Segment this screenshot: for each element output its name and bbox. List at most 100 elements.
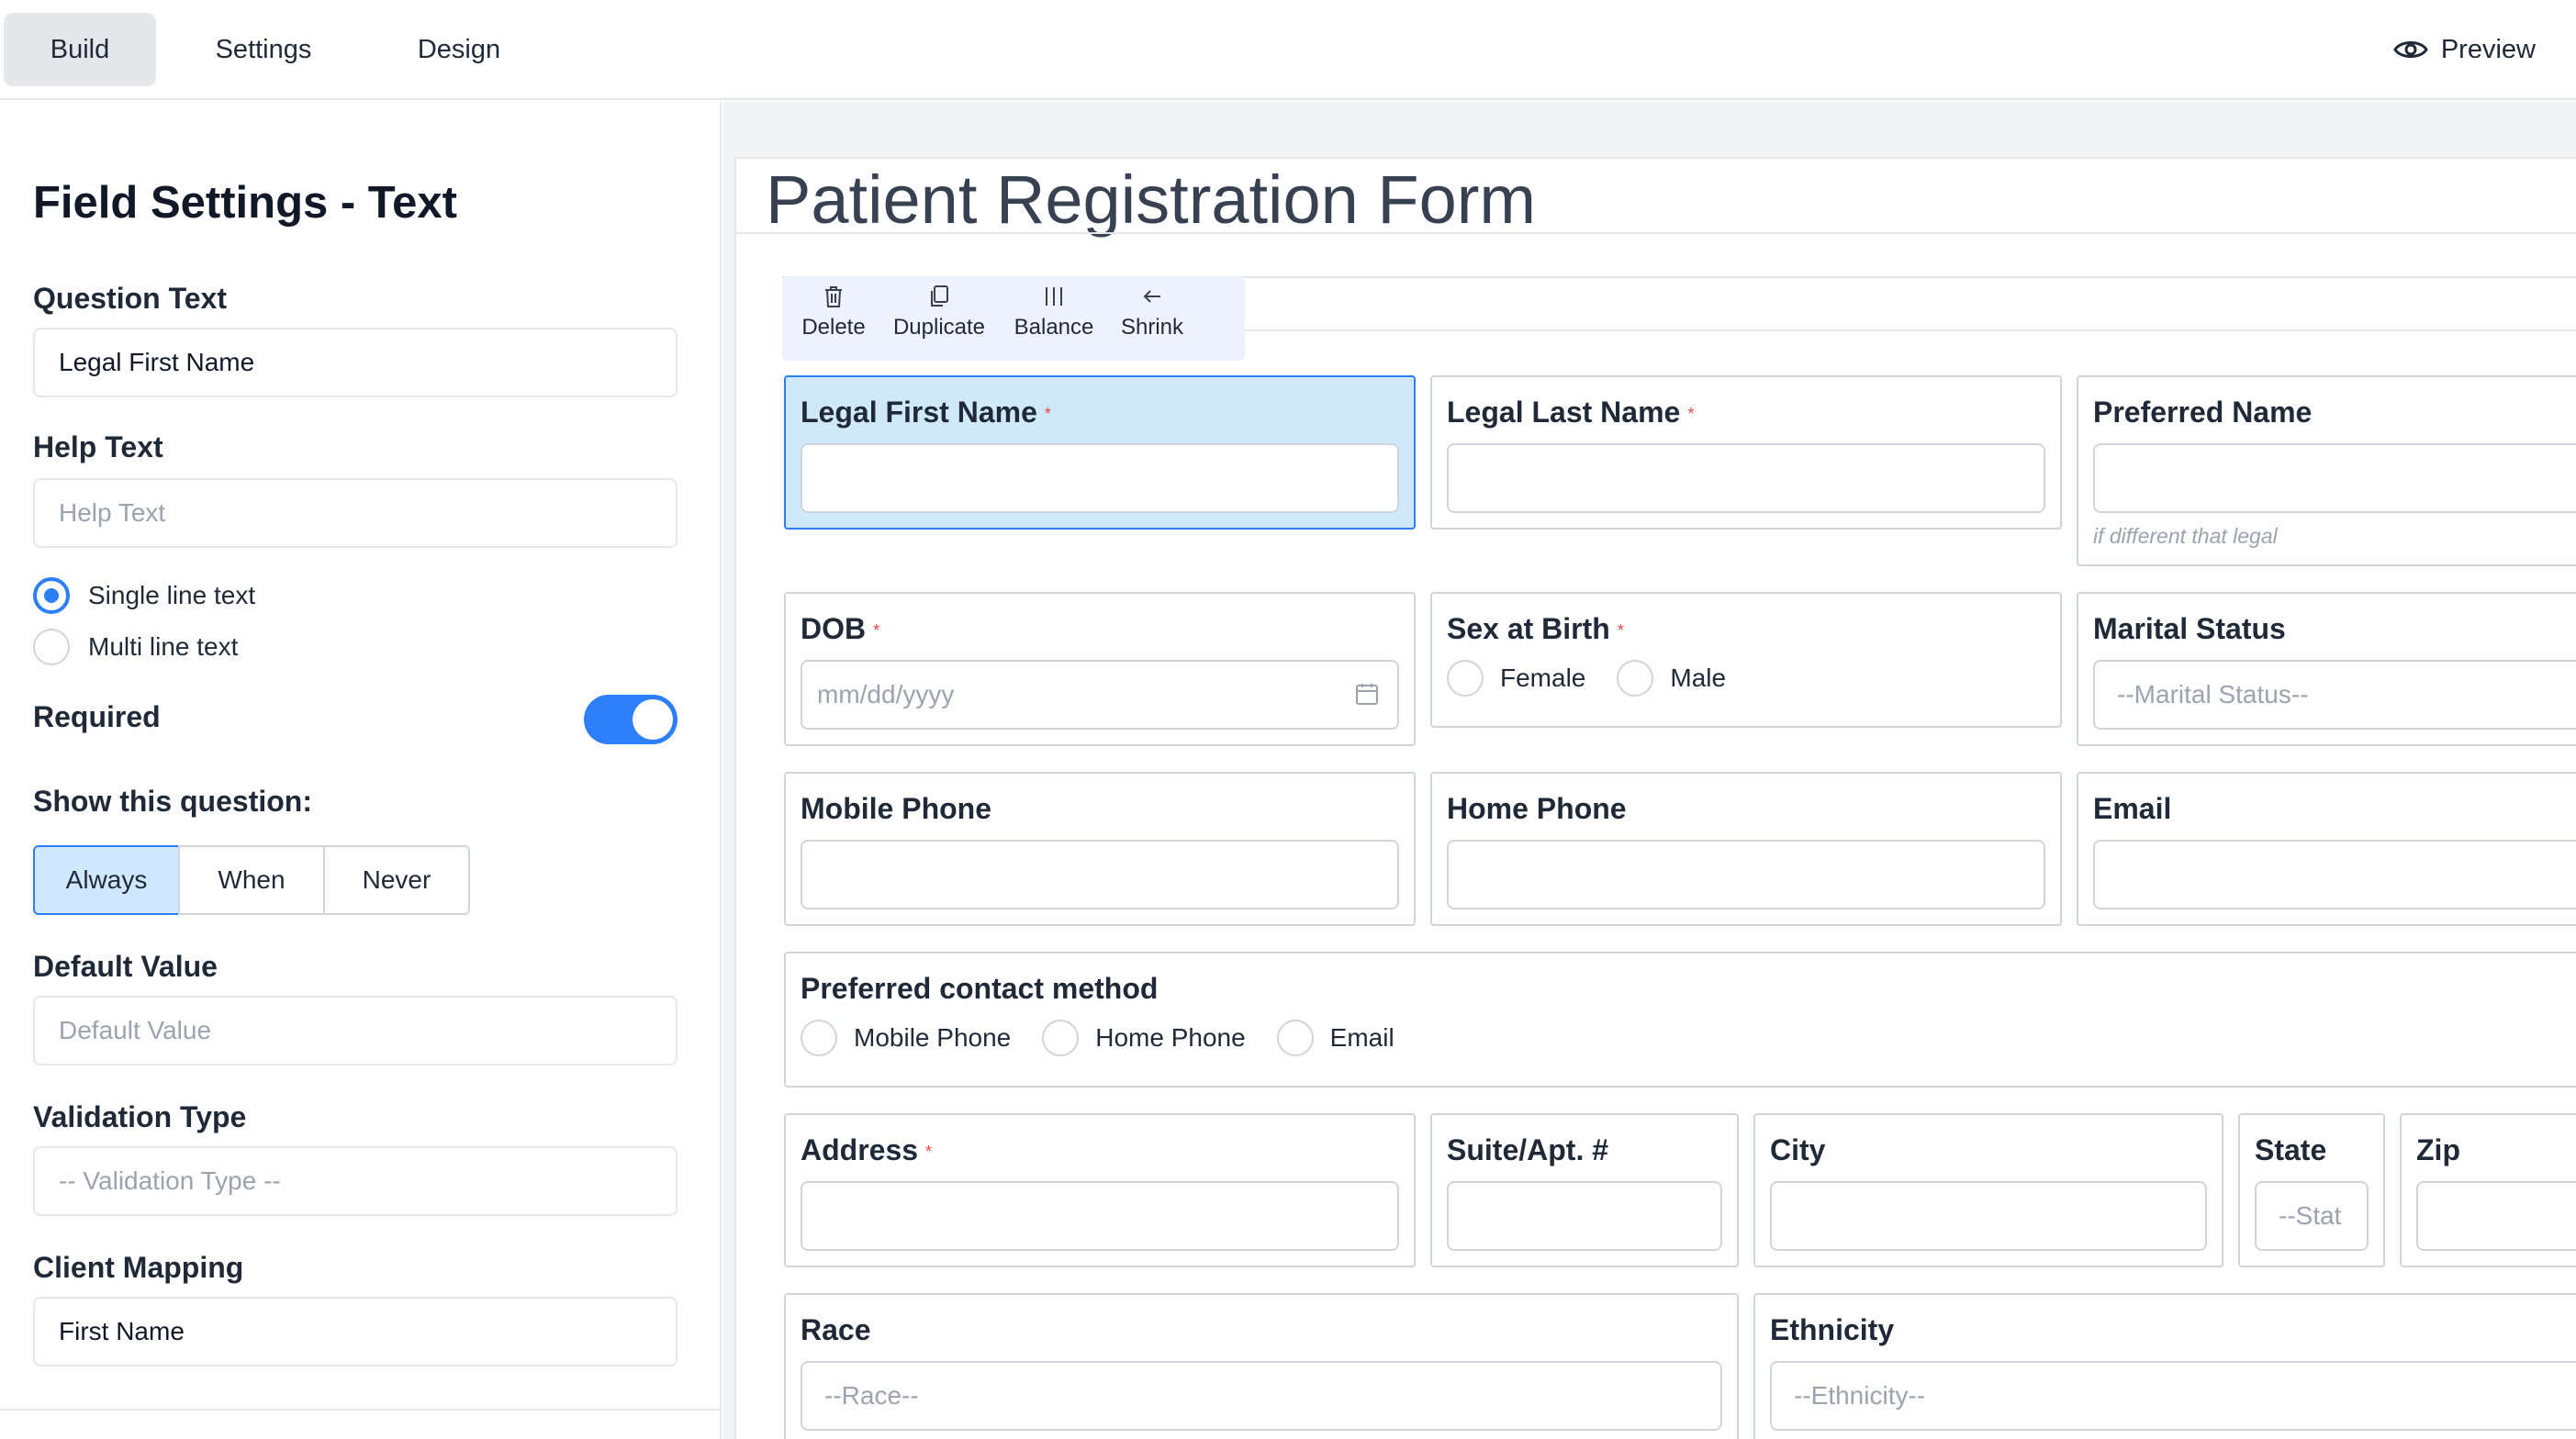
preview-label: Preview xyxy=(2440,35,2536,64)
multi-line-radio[interactable] xyxy=(33,629,70,665)
shrink-button[interactable]: Shrink xyxy=(1113,284,1192,353)
field-marital-status[interactable]: Marital Status --Marital Status-- xyxy=(2077,592,2576,746)
multi-line-label: Multi line text xyxy=(88,632,239,661)
field-label: Ethnicity xyxy=(1770,1313,1895,1346)
calendar-icon[interactable] xyxy=(1355,682,1379,706)
single-line-label: Single line text xyxy=(88,581,256,609)
email-input[interactable] xyxy=(2093,840,2576,909)
field-label: Race xyxy=(801,1313,871,1346)
panel-divider xyxy=(0,1409,722,1411)
show-when-button[interactable]: When xyxy=(178,845,325,915)
required-asterisk: * xyxy=(1617,621,1624,640)
legal-last-name-input[interactable] xyxy=(1447,443,2045,513)
form-card: Patient Registration Form Delete Duplica… xyxy=(734,157,2576,1439)
arrow-left-icon xyxy=(1113,284,1192,315)
help-text-label: Help Text xyxy=(33,430,163,463)
balance-button[interactable]: Balance xyxy=(1010,284,1098,353)
preferred-name-input[interactable] xyxy=(2093,443,2576,513)
tab-design[interactable]: Design xyxy=(386,13,532,86)
question-text-label: Question Text xyxy=(33,282,227,315)
legal-first-name-input[interactable] xyxy=(801,443,1399,513)
default-value-input[interactable]: Default Value xyxy=(33,996,678,1065)
suite-input[interactable] xyxy=(1447,1181,1722,1251)
state-select[interactable]: --Stat xyxy=(2255,1181,2369,1251)
form-canvas: Patient Registration Form Delete Duplica… xyxy=(723,102,2576,1439)
tab-build[interactable]: Build xyxy=(4,13,156,86)
show-always-button[interactable]: Always xyxy=(33,845,180,915)
preferred-name-help: if different that legal xyxy=(2093,524,2278,548)
ethnicity-select[interactable]: --Ethnicity-- xyxy=(1770,1361,2576,1431)
duplicate-button[interactable]: Duplicate xyxy=(889,284,990,353)
tab-settings[interactable]: Settings xyxy=(184,13,343,86)
field-state[interactable]: State --Stat xyxy=(2238,1113,2385,1267)
required-toggle[interactable] xyxy=(584,695,678,744)
field-address[interactable]: Address * xyxy=(784,1113,1416,1267)
duplicate-label: Duplicate xyxy=(892,315,986,340)
dob-input[interactable]: mm/dd/yyyy xyxy=(801,660,1399,730)
zip-input[interactable] xyxy=(2416,1181,2576,1251)
sex-at-birth-options: Female Male xyxy=(1447,660,1757,697)
shrink-label: Shrink xyxy=(1120,315,1184,340)
contact-home-label: Home Phone xyxy=(1095,1023,1246,1052)
field-legal-first-name[interactable]: Legal First Name * xyxy=(784,375,1416,530)
male-label: Male xyxy=(1670,664,1727,692)
help-text-input[interactable]: Help Text xyxy=(33,478,678,548)
contact-email-radio[interactable] xyxy=(1276,1020,1314,1056)
field-label: City xyxy=(1770,1133,1826,1166)
field-label: Legal First Name * xyxy=(801,396,1051,429)
male-radio[interactable] xyxy=(1617,660,1654,697)
single-line-option[interactable]: Single line text xyxy=(33,577,255,614)
field-city[interactable]: City xyxy=(1753,1113,2223,1267)
field-race[interactable]: Race --Race-- xyxy=(784,1293,1739,1439)
client-mapping-input[interactable]: First Name xyxy=(33,1297,678,1366)
field-toolbar: Delete Duplicate Balance Shrink xyxy=(782,276,1245,361)
marital-status-select[interactable]: --Marital Status-- xyxy=(2093,660,2576,730)
female-radio[interactable] xyxy=(1447,660,1484,697)
show-question-label: Show this question: xyxy=(33,785,312,818)
field-zip[interactable]: Zip xyxy=(2400,1113,2576,1267)
field-home-phone[interactable]: Home Phone xyxy=(1430,772,2062,926)
field-label: Suite/Apt. # xyxy=(1447,1133,1609,1166)
field-suite[interactable]: Suite/Apt. # xyxy=(1430,1113,1739,1267)
field-legal-last-name[interactable]: Legal Last Name * xyxy=(1430,375,2062,530)
default-value-label: Default Value xyxy=(33,950,218,983)
city-input[interactable] xyxy=(1770,1181,2207,1251)
delete-button[interactable]: Delete xyxy=(801,284,867,353)
balance-label: Balance xyxy=(1014,315,1094,340)
mobile-phone-input[interactable] xyxy=(801,840,1399,909)
field-ethnicity[interactable]: Ethnicity --Ethnicity-- xyxy=(1753,1293,2576,1439)
columns-icon xyxy=(1010,284,1098,315)
contact-mobile-radio[interactable] xyxy=(801,1020,837,1056)
question-text-input[interactable]: Legal First Name xyxy=(33,328,678,397)
field-dob[interactable]: DOB * mm/dd/yyyy xyxy=(784,592,1416,746)
contact-home-radio[interactable] xyxy=(1042,1020,1080,1056)
form-title: Patient Registration Form xyxy=(766,162,1537,238)
contact-mobile-label: Mobile Phone xyxy=(854,1023,1012,1052)
field-label: Zip xyxy=(2416,1133,2460,1166)
address-input[interactable] xyxy=(801,1181,1399,1251)
home-phone-input[interactable] xyxy=(1447,840,2045,909)
required-label: Required xyxy=(33,700,161,733)
show-never-button[interactable]: Never xyxy=(323,845,470,915)
field-label: State xyxy=(2255,1133,2327,1166)
field-label: Email xyxy=(2093,792,2172,825)
validation-type-select[interactable]: -- Validation Type -- xyxy=(33,1146,678,1216)
field-sex-at-birth[interactable]: Sex at Birth * Female Male xyxy=(1430,592,2062,728)
field-label: Preferred contact method xyxy=(801,972,1159,1005)
single-line-radio[interactable] xyxy=(33,577,70,614)
multi-line-option[interactable]: Multi line text xyxy=(33,629,238,665)
field-email[interactable]: Email xyxy=(2077,772,2576,926)
preferred-contact-options: Mobile Phone Home Phone Email xyxy=(801,1020,1426,1056)
race-select[interactable]: --Race-- xyxy=(801,1361,1722,1431)
field-preferred-name[interactable]: Preferred Name if different that legal xyxy=(2077,375,2576,566)
preview-button[interactable]: Preview xyxy=(2393,13,2536,86)
field-label: DOB * xyxy=(801,612,880,645)
field-preferred-contact[interactable]: Preferred contact method Mobile Phone Ho… xyxy=(784,952,2576,1088)
field-settings-panel: Field Settings - Text Question Text Lega… xyxy=(0,102,722,1439)
required-asterisk: * xyxy=(1044,405,1051,423)
field-label: Marital Status xyxy=(2093,612,2286,645)
field-mobile-phone[interactable]: Mobile Phone xyxy=(784,772,1416,926)
trash-icon xyxy=(801,284,867,315)
panel-title: Field Settings - Text xyxy=(33,178,457,228)
required-asterisk: * xyxy=(873,621,880,640)
